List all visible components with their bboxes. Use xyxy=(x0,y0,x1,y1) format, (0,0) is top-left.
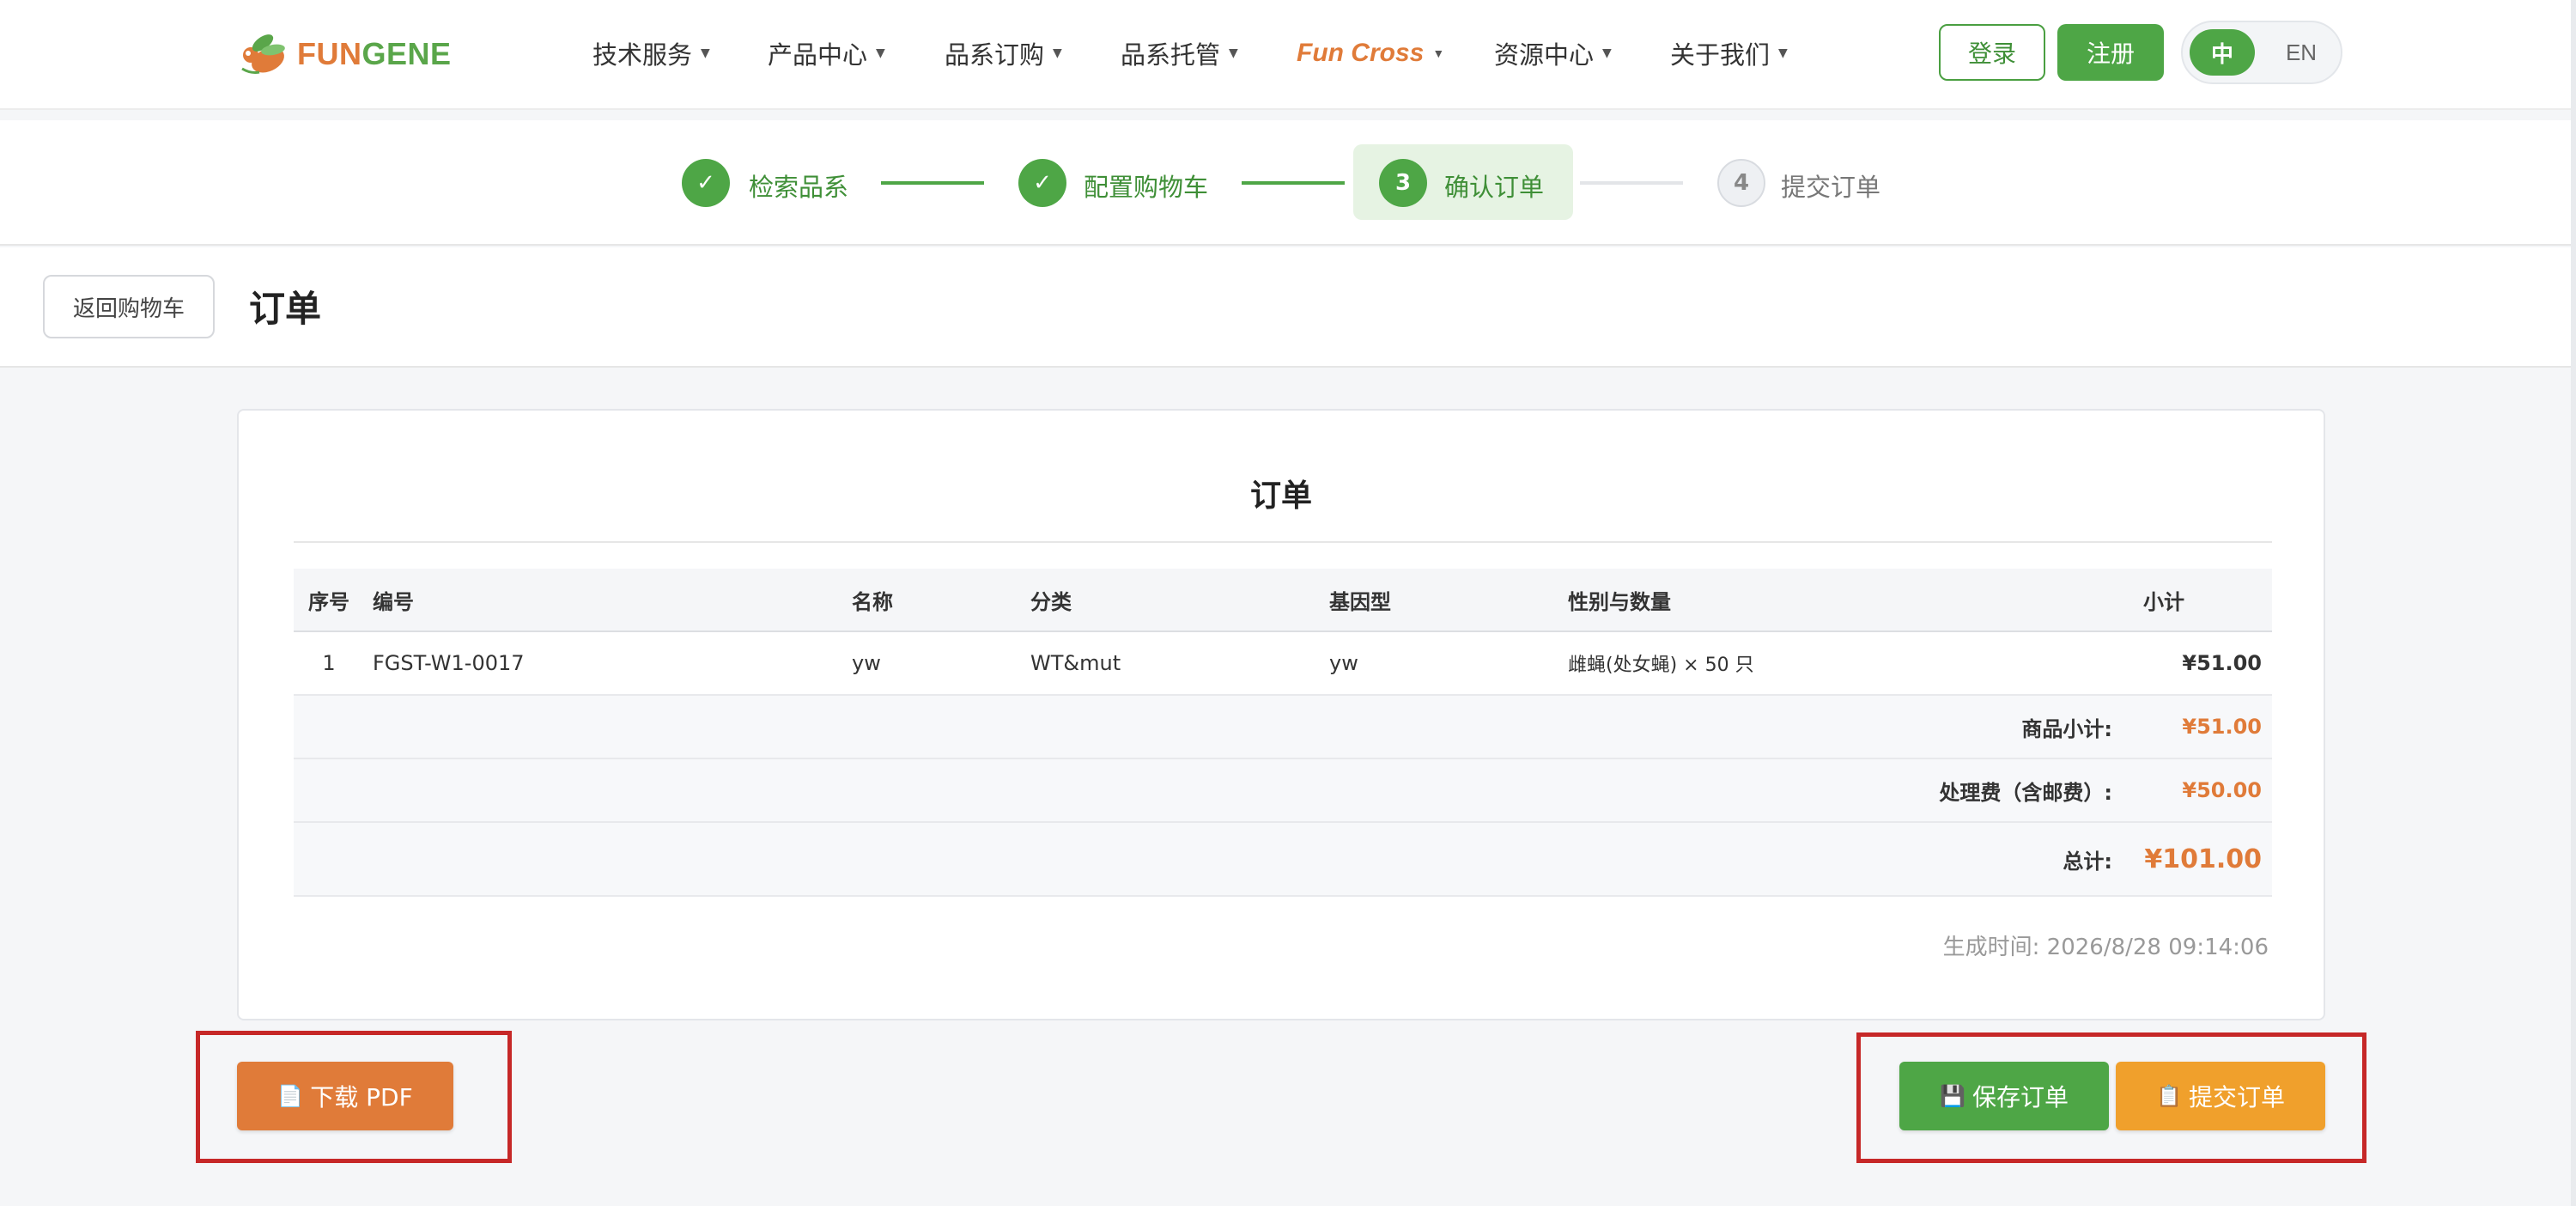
submit-order-button[interactable]: 📋 提交订单 xyxy=(2116,1062,2325,1130)
fly-logo-icon xyxy=(241,34,285,74)
column-header-code: 编号 xyxy=(373,589,414,614)
caret-down-icon: ▼ xyxy=(1229,46,1238,60)
handling-fee-row: 处理费（含邮费）: ¥50.00 xyxy=(294,759,2272,823)
row-genotype: yw xyxy=(1329,651,1358,675)
caret-down-icon: ▼ xyxy=(701,46,710,60)
order-title: 订单 xyxy=(1249,478,1312,514)
top-header: FUNGENE 技术服务 ▼ 产品中心 ▼ 品系订购 ▼ 品系托管 ▼ Fun Cros… xyxy=(0,0,2576,110)
logo-text: FUNGENE xyxy=(297,36,452,71)
step-2-check-icon: ✓ xyxy=(1018,159,1066,207)
lang-zh-option[interactable]: 中 xyxy=(2190,29,2255,76)
step-1-label: 检索品系 xyxy=(749,173,849,202)
total-value: ¥101.00 xyxy=(2144,844,2262,874)
column-header-sex-qty: 性别与数量 xyxy=(1568,589,1671,614)
goods-subtotal-value: ¥51.00 xyxy=(2182,715,2262,739)
caret-down-icon: ▼ xyxy=(1602,46,1612,60)
step-3-label: 确认订单 xyxy=(1444,173,1545,202)
table-header-row: 序号 编号 名称 分类 基因型 性别与数量 小计 xyxy=(294,569,2272,632)
lang-en-option[interactable]: EN xyxy=(2269,29,2334,76)
step-4-label: 提交订单 xyxy=(1781,173,1881,202)
column-header-subtotal: 小计 xyxy=(2143,589,2184,614)
scrollbar-track[interactable] xyxy=(2571,0,2576,1206)
caret-down-icon: ▼ xyxy=(1778,46,1788,60)
caret-down-icon: ▼ xyxy=(1432,46,1445,60)
checkout-steps: ✓ 检索品系 ✓ 配置购物车 3 确认订单 4 提交订单 xyxy=(0,120,2576,246)
step-connector xyxy=(1580,181,1683,185)
nav-item-products[interactable]: 产品中心 ▼ xyxy=(768,34,885,72)
table-row: 1 FGST-W1-0017 yw WT&mut yw 雌蝇(处女蝇) × 50… xyxy=(294,632,2272,696)
document-icon: 📄 xyxy=(277,1084,304,1108)
nav-item-about[interactable]: 关于我们 ▼ xyxy=(1670,34,1788,72)
divider xyxy=(294,541,2272,543)
column-header-category: 分类 xyxy=(1030,589,1072,614)
language-toggle[interactable]: 中 EN xyxy=(2181,21,2342,84)
handling-fee-value: ¥50.00 xyxy=(2182,778,2262,802)
generated-timestamp: 生成时间: 2026/8/28 09:14:06 xyxy=(1942,935,2269,960)
login-button[interactable]: 登录 xyxy=(1939,24,2045,81)
total-label: 总计: xyxy=(2063,849,2112,874)
step-2-label: 配置购物车 xyxy=(1084,173,1209,202)
nav-item-tech-service[interactable]: 技术服务 ▼ xyxy=(592,34,710,72)
caret-down-icon: ▼ xyxy=(1053,46,1062,60)
row-sex-qty: 雌蝇(处女蝇) × 50 只 xyxy=(1568,655,1754,676)
step-connector xyxy=(881,181,984,185)
download-pdf-button[interactable]: 📄 下载 PDF xyxy=(237,1062,453,1130)
caret-down-icon: ▼ xyxy=(876,46,885,60)
step-connector xyxy=(1242,181,1345,185)
goods-subtotal-row: 商品小计: ¥51.00 xyxy=(294,696,2272,759)
goods-subtotal-label: 商品小计: xyxy=(2021,716,2112,741)
row-code: FGST-W1-0017 xyxy=(373,651,525,675)
save-order-button[interactable]: 💾 保存订单 xyxy=(1899,1062,2109,1130)
nav-item-strain-order[interactable]: 品系订购 ▼ xyxy=(945,34,1062,72)
back-to-cart-button[interactable]: 返回购物车 xyxy=(43,275,215,338)
page-title-bar: 返回购物车 订单 xyxy=(0,247,2576,368)
handling-fee-label: 处理费（含邮费）: xyxy=(1939,780,2112,805)
row-index: 1 xyxy=(322,651,336,675)
row-category: WT&mut xyxy=(1030,651,1121,675)
nav-item-resources[interactable]: 资源中心 ▼ xyxy=(1494,34,1612,72)
register-button[interactable]: 注册 xyxy=(2057,24,2164,81)
column-header-index: 序号 xyxy=(308,589,349,614)
step-3-number: 3 xyxy=(1379,159,1427,207)
step-1-check-icon: ✓ xyxy=(682,159,730,207)
brand-logo[interactable]: FUNGENE xyxy=(234,24,452,84)
order-card: 订单 序号 编号 名称 分类 基因型 性别与数量 小计 1 FGST-W1-00… xyxy=(237,409,2325,1020)
row-subtotal: ¥51.00 xyxy=(2182,651,2262,675)
nav-item-fun-cross[interactable]: Fun Cross ▼ xyxy=(1297,34,1444,72)
column-header-name: 名称 xyxy=(852,589,893,614)
floppy-disk-icon: 💾 xyxy=(1940,1084,1965,1108)
page-title: 订单 xyxy=(249,288,322,330)
total-row: 总计: ¥101.00 xyxy=(294,823,2272,897)
step-4-number: 4 xyxy=(1717,159,1765,207)
nav-item-strain-hosting[interactable]: 品系托管 ▼ xyxy=(1121,34,1238,72)
row-name: yw xyxy=(852,651,881,675)
clipboard-icon: 📋 xyxy=(2156,1084,2182,1108)
column-header-genotype: 基因型 xyxy=(1329,589,1391,614)
